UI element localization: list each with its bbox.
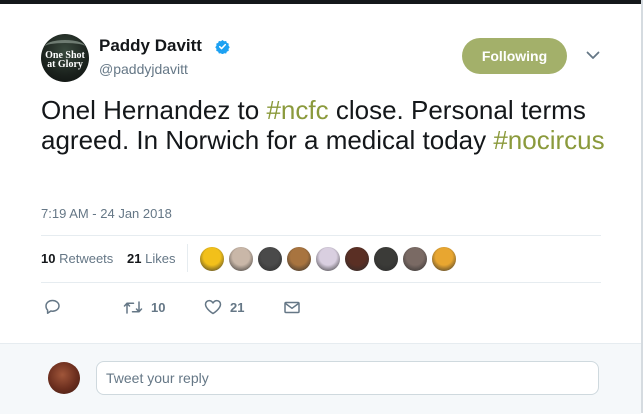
liker-avatar-4[interactable] bbox=[286, 246, 312, 272]
retweet-icon bbox=[123, 300, 143, 314]
liker-avatar-1[interactable] bbox=[199, 246, 225, 272]
liker-avatar-5[interactable] bbox=[315, 246, 341, 272]
reply-input[interactable] bbox=[96, 361, 599, 395]
envelope-icon bbox=[284, 301, 300, 313]
liker-avatar-6[interactable] bbox=[344, 246, 370, 272]
following-button[interactable]: Following bbox=[462, 38, 567, 74]
reply-icon bbox=[45, 299, 60, 314]
likes-stat[interactable]: 21 Likes bbox=[127, 251, 175, 266]
tweet-timestamp[interactable]: 7:19 AM - 24 Jan 2018 bbox=[41, 206, 172, 221]
divider bbox=[41, 282, 601, 283]
likes-label: Likes bbox=[145, 251, 176, 266]
retweets-label: Retweets bbox=[59, 251, 114, 266]
hashtag-link[interactable]: #nocircus bbox=[493, 125, 604, 155]
like-action[interactable]: 21 bbox=[204, 297, 244, 317]
stats-separator bbox=[187, 244, 188, 272]
current-user-avatar bbox=[48, 362, 80, 394]
author-name[interactable]: Paddy Davitt bbox=[99, 36, 202, 56]
liker-avatar-3[interactable] bbox=[257, 246, 283, 272]
retweets-stat[interactable]: 10 Retweets bbox=[41, 251, 113, 266]
liker-avatar-8[interactable] bbox=[402, 246, 428, 272]
avatar-logo-text: One Shot at Glory bbox=[45, 50, 85, 70]
top-edge bbox=[0, 0, 643, 4]
liker-avatar-7[interactable] bbox=[373, 246, 399, 272]
likes-count: 21 bbox=[127, 251, 142, 266]
retweets-count: 10 bbox=[41, 251, 56, 266]
liker-avatar-9[interactable] bbox=[431, 246, 457, 272]
tweet-text-segment: Onel Hernandez to bbox=[41, 95, 267, 125]
chevron-down-icon[interactable] bbox=[586, 51, 600, 60]
retweet-count: 10 bbox=[151, 299, 166, 315]
tweet-text: Onel Hernandez to #ncfc close. Personal … bbox=[41, 95, 611, 155]
divider bbox=[41, 235, 601, 236]
retweet-action[interactable]: 10 bbox=[123, 297, 165, 317]
author-avatar[interactable]: One Shot at Glory bbox=[41, 34, 89, 82]
heart-icon bbox=[204, 299, 222, 315]
direct-message-action[interactable] bbox=[284, 297, 300, 317]
reply-action[interactable] bbox=[44, 297, 61, 317]
liker-avatar-2[interactable] bbox=[228, 246, 254, 272]
hashtag-link[interactable]: #ncfc bbox=[266, 95, 328, 125]
verified-badge-icon bbox=[215, 39, 230, 54]
like-count: 21 bbox=[230, 299, 245, 315]
author-handle[interactable]: @paddyjdavitt bbox=[99, 61, 188, 77]
